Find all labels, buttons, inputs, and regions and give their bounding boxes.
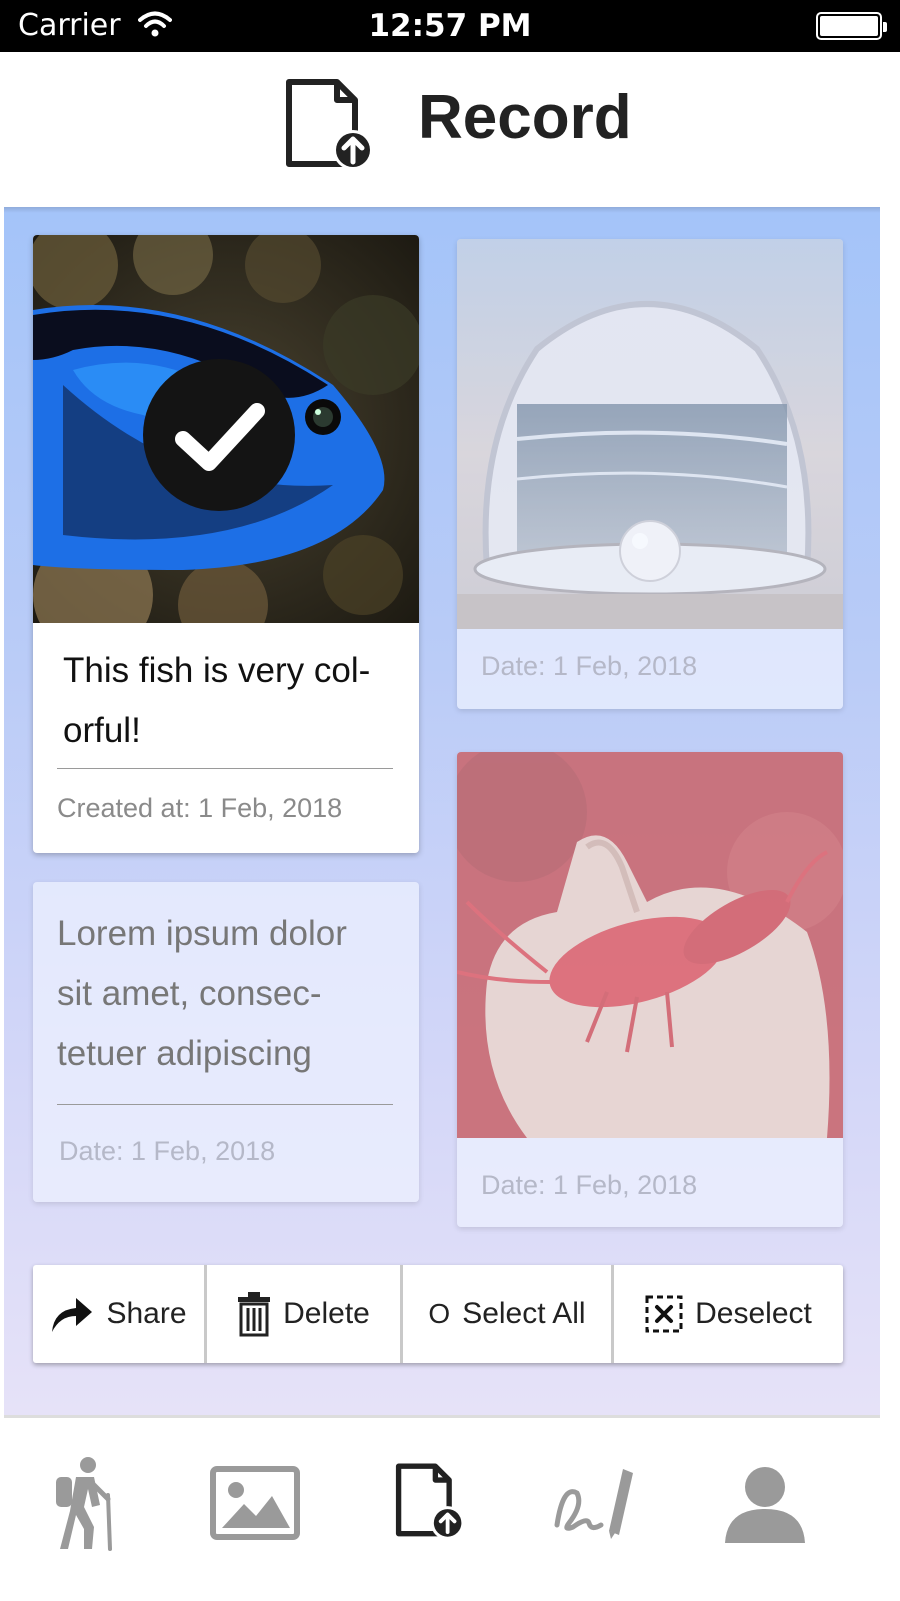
selection-action-bar: Share Delete O Select All Deselect <box>33 1265 843 1363</box>
signature-pen-icon <box>553 1465 637 1545</box>
card-caption: This fish is very col- orful! <box>63 651 371 750</box>
tab-record[interactable] <box>375 1445 485 1565</box>
delete-button[interactable]: Delete <box>207 1265 403 1363</box>
select-all-marker: O <box>428 1298 451 1329</box>
delete-label: Delete <box>283 1297 370 1330</box>
select-all-button[interactable]: O Select All <box>403 1265 614 1363</box>
deselect-box-icon <box>645 1295 683 1333</box>
page-header: Record <box>0 52 900 207</box>
record-upload-icon <box>394 1463 466 1547</box>
deselect-button[interactable]: Deselect <box>614 1265 843 1363</box>
red-shrimp-in-hand-photo <box>457 752 843 1138</box>
deselect-label: Deselect <box>695 1297 812 1330</box>
record-card-shrimp[interactable]: Date: 1 Feb, 2018 <box>457 752 843 1227</box>
page-title: Record <box>418 83 632 152</box>
card-date: Date: 1 Feb, 2018 <box>59 1136 276 1166</box>
select-all-label: Select All <box>462 1297 586 1330</box>
record-card-note[interactable]: Lorem ipsum dolor sit amet, consec- tetu… <box>33 882 419 1202</box>
pearl-shell-photo <box>457 239 843 629</box>
share-label: Share <box>106 1297 187 1330</box>
tab-gallery[interactable] <box>200 1445 310 1565</box>
battery-icon <box>816 12 887 40</box>
card-date: Date: 1 Feb, 2018 <box>481 1170 698 1200</box>
share-arrow-icon <box>50 1294 94 1334</box>
card-divider <box>57 1104 393 1105</box>
gallery-icon <box>210 1466 300 1544</box>
card-divider <box>57 768 393 769</box>
record-upload-icon <box>283 78 377 178</box>
status-bar: Carrier 12:57 PM <box>0 0 900 52</box>
tab-sign[interactable] <box>540 1445 650 1565</box>
hiker-icon <box>50 1455 120 1555</box>
clock: 12:57 PM <box>368 8 532 44</box>
share-button[interactable]: Share <box>33 1265 207 1363</box>
card-date: Date: 1 Feb, 2018 <box>481 651 698 681</box>
bottom-tab-bar <box>0 1415 900 1601</box>
trash-icon <box>237 1291 271 1337</box>
profile-icon <box>725 1463 805 1547</box>
record-card-pearl[interactable]: Date: 1 Feb, 2018 <box>457 239 843 709</box>
tab-hiking[interactable] <box>30 1445 140 1565</box>
tab-profile[interactable] <box>710 1445 820 1565</box>
selected-check-icon[interactable] <box>143 359 295 511</box>
card-date: Created at: 1 Feb, 2018 <box>57 793 343 823</box>
card-caption: Lorem ipsum dolor sit amet, consec- tetu… <box>57 914 347 1073</box>
record-card-fish[interactable]: This fish is very col- orful! Created at… <box>33 235 419 853</box>
